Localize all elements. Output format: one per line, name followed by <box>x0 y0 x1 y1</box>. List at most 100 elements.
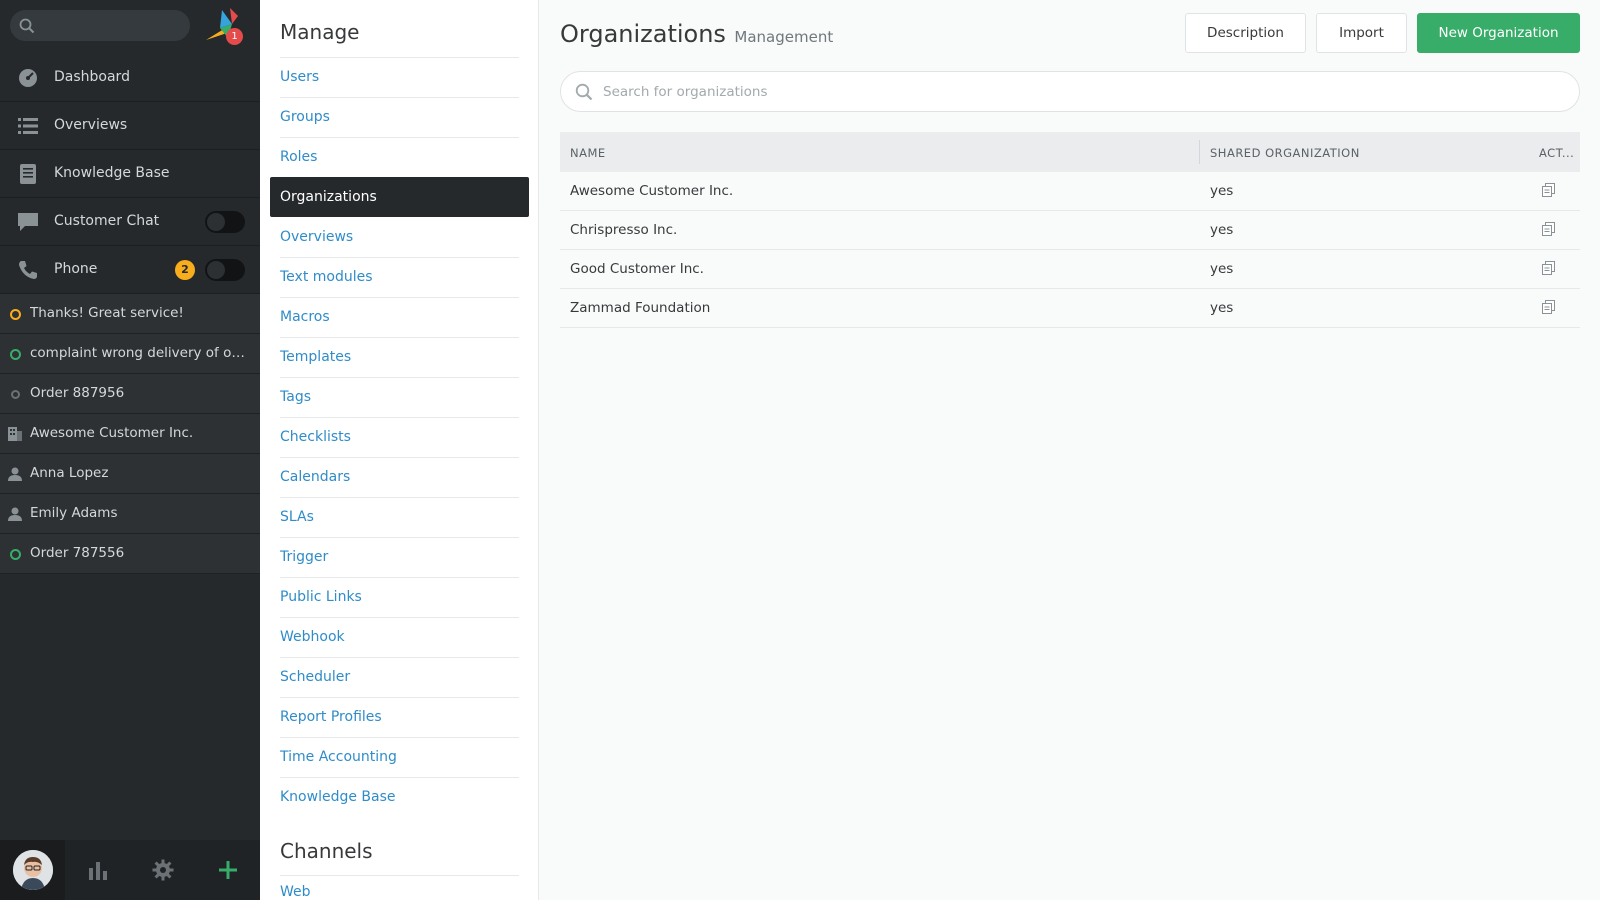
nav-item-label: Overviews <box>54 117 128 133</box>
phone-toggle[interactable] <box>205 259 245 281</box>
manage-list: Users Groups Roles Organizations Overviews Te… <box>270 57 529 817</box>
table-row[interactable]: Chrispresso Inc. yes <box>560 211 1580 250</box>
clone-icon[interactable] <box>1542 300 1555 318</box>
organization-name[interactable]: Good Customer Inc. <box>570 261 704 277</box>
nav-item-label: Phone <box>54 261 98 277</box>
phone-count-badge: 2 <box>175 260 195 280</box>
manage-heading: Manage <box>280 20 360 44</box>
import-button[interactable]: Import <box>1316 13 1407 53</box>
page-subtitle: Management <box>734 28 834 46</box>
task-item[interactable]: Order 787556 <box>0 534 260 574</box>
open-tasks-list: Thanks! Great service! complaint wrong d… <box>0 294 260 574</box>
task-label: Order 887956 <box>30 385 125 401</box>
admin-menu: Manage Users Groups Roles Organizations Over… <box>260 0 539 900</box>
task-item[interactable]: Order 887956 <box>0 374 260 414</box>
table-row[interactable]: Zammad Foundation yes <box>560 289 1580 328</box>
column-header-actions[interactable]: ACT... <box>1539 146 1574 160</box>
chat-icon <box>16 210 40 234</box>
new-organization-button[interactable]: New Organization <box>1417 13 1580 53</box>
ticket-status-icon <box>8 347 22 361</box>
task-label: complaint wrong delivery of ord... <box>30 345 245 361</box>
task-label: Order 787556 <box>30 545 125 561</box>
chat-toggle[interactable] <box>205 211 245 233</box>
settings-button[interactable] <box>130 840 195 900</box>
admin-item-tags[interactable]: Tags <box>280 377 519 417</box>
page-title-text: Organizations <box>560 20 726 48</box>
channels-heading: Channels <box>280 839 373 863</box>
notification-badge[interactable]: 1 <box>226 28 243 45</box>
admin-item-text-modules[interactable]: Text modules <box>280 257 519 297</box>
nav-item-overviews[interactable]: Overviews <box>0 102 260 150</box>
organization-name[interactable]: Zammad Foundation <box>570 300 710 316</box>
reports-button[interactable] <box>65 840 130 900</box>
task-label: Thanks! Great service! <box>30 305 184 321</box>
nav-item-knowledge-base[interactable]: Knowledge Base <box>0 150 260 198</box>
main-navigation: 1 Dashboard Overviews Knowledge Base Cus… <box>0 0 260 900</box>
shared-value: yes <box>1210 222 1234 238</box>
clone-icon[interactable] <box>1542 261 1555 279</box>
phone-icon <box>16 258 40 282</box>
avatar[interactable] <box>12 850 53 890</box>
task-label: Emily Adams <box>30 505 118 521</box>
admin-item-groups[interactable]: Groups <box>280 97 519 137</box>
admin-item-scheduler[interactable]: Scheduler <box>280 657 519 697</box>
admin-item-checklists[interactable]: Checklists <box>280 417 519 457</box>
organization-icon <box>8 427 22 441</box>
organization-search-input[interactable] <box>603 72 1563 111</box>
task-item[interactable]: Emily Adams <box>0 494 260 534</box>
table-row[interactable]: Good Customer Inc. yes <box>560 250 1580 289</box>
admin-item-trigger[interactable]: Trigger <box>280 537 519 577</box>
nav-item-label: Dashboard <box>54 69 130 85</box>
column-divider <box>1199 140 1200 164</box>
admin-item-report-profiles[interactable]: Report Profiles <box>280 697 519 737</box>
shared-value: yes <box>1210 183 1234 199</box>
clone-icon[interactable] <box>1542 222 1555 240</box>
admin-item-slas[interactable]: SLAs <box>280 497 519 537</box>
plus-icon <box>218 861 237 879</box>
admin-item-webhook[interactable]: Webhook <box>280 617 519 657</box>
search-icon <box>575 83 593 101</box>
nav-item-label: Customer Chat <box>54 213 160 229</box>
user-icon <box>8 467 22 481</box>
global-search-input[interactable] <box>40 10 180 41</box>
admin-item-overviews[interactable]: Overviews <box>280 217 519 257</box>
admin-item-knowledge-base[interactable]: Knowledge Base <box>280 777 519 817</box>
task-label: Awesome Customer Inc. <box>30 425 194 441</box>
column-header-name[interactable]: NAME <box>570 146 606 160</box>
search-icon <box>19 18 35 34</box>
column-header-shared[interactable]: SHARED ORGANIZATION <box>1210 146 1360 160</box>
new-item-button[interactable] <box>195 840 260 900</box>
admin-item-templates[interactable]: Templates <box>280 337 519 377</box>
user-icon <box>8 507 22 521</box>
admin-item-web[interactable]: Web <box>280 884 311 900</box>
admin-item-users[interactable]: Users <box>280 57 519 97</box>
organization-name[interactable]: Awesome Customer Inc. <box>570 183 733 199</box>
admin-item-macros[interactable]: Macros <box>280 297 519 337</box>
shared-value: yes <box>1210 300 1234 316</box>
ticket-status-icon <box>8 307 22 321</box>
organization-name[interactable]: Chrispresso Inc. <box>570 222 677 238</box>
task-item[interactable]: complaint wrong delivery of ord... <box>0 334 260 374</box>
nav-item-label: Knowledge Base <box>54 165 170 181</box>
task-item[interactable]: Thanks! Great service! <box>0 294 260 334</box>
user-avatar-button[interactable] <box>0 840 65 900</box>
book-icon <box>16 162 40 186</box>
clone-icon[interactable] <box>1542 183 1555 201</box>
task-item[interactable]: Anna Lopez <box>0 454 260 494</box>
ticket-status-icon <box>8 387 22 401</box>
nav-item-phone[interactable]: Phone 2 <box>0 246 260 294</box>
admin-item-public-links[interactable]: Public Links <box>280 577 519 617</box>
description-button[interactable]: Description <box>1185 13 1306 53</box>
gear-icon <box>152 859 173 881</box>
organization-search[interactable] <box>560 71 1580 112</box>
admin-item-calendars[interactable]: Calendars <box>280 457 519 497</box>
task-item[interactable]: Awesome Customer Inc. <box>0 414 260 454</box>
admin-item-organizations[interactable]: Organizations <box>270 177 529 217</box>
admin-item-time-accounting[interactable]: Time Accounting <box>280 737 519 777</box>
shared-value: yes <box>1210 261 1234 277</box>
admin-item-roles[interactable]: Roles <box>280 137 519 177</box>
global-search[interactable] <box>10 10 190 41</box>
nav-item-dashboard[interactable]: Dashboard <box>0 54 260 102</box>
table-row[interactable]: Awesome Customer Inc. yes <box>560 172 1580 211</box>
nav-item-customer-chat[interactable]: Customer Chat <box>0 198 260 246</box>
